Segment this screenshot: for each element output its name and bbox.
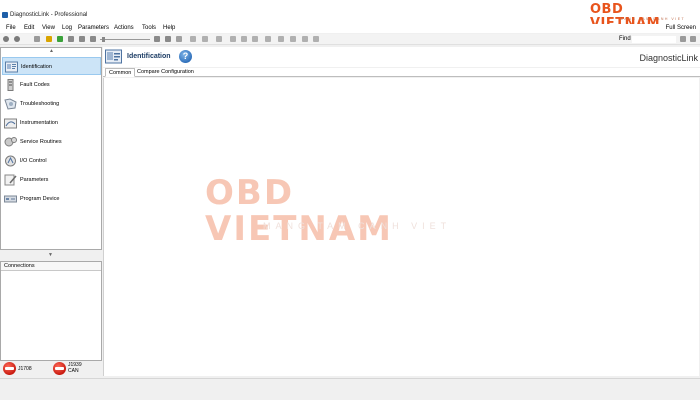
nav-item-label: Identification xyxy=(21,64,52,70)
back-icon[interactable] xyxy=(3,36,9,42)
status-bar xyxy=(0,378,700,400)
center-watermark-tagline: MANG TAM CANH VIET xyxy=(263,221,452,231)
nav-item-instrumentation[interactable]: Instrumentation xyxy=(2,114,101,132)
layout-icon[interactable] xyxy=(302,36,308,42)
menu-parameters[interactable]: Parameters xyxy=(78,25,109,32)
cut-icon[interactable] xyxy=(230,36,236,42)
connections-panel: Connections xyxy=(0,261,102,361)
menu-view[interactable]: View xyxy=(42,25,55,32)
status-label: J1708 xyxy=(18,366,32,372)
page-title: Identification xyxy=(127,53,171,60)
connect-icon[interactable] xyxy=(34,36,40,42)
menu-file[interactable]: File xyxy=(6,25,16,32)
playback-slider[interactable] xyxy=(100,37,150,42)
service-routines-icon xyxy=(4,137,17,147)
identification-header-icon xyxy=(105,49,122,64)
bookmark-icon[interactable] xyxy=(202,36,208,42)
troubleshooting-icon xyxy=(4,98,17,110)
find-input[interactable] xyxy=(632,36,676,43)
nav-item-label: I/O Control xyxy=(20,158,47,164)
record-icon[interactable] xyxy=(176,36,182,42)
connections-title: Connections xyxy=(4,263,35,269)
nav-item-label: Program Device xyxy=(20,196,60,202)
status-sublabel: CAN xyxy=(68,368,79,374)
window-title: DiagnosticLink - Professional xyxy=(10,12,88,18)
nav-item-identification[interactable]: Identification xyxy=(2,57,101,75)
fullscreen-button[interactable]: Full Screen xyxy=(666,25,696,32)
sort-icon[interactable] xyxy=(290,36,296,42)
find-next-icon[interactable] xyxy=(680,36,686,42)
nav-scroll-down-icon[interactable]: ▼ xyxy=(48,252,53,258)
main-header: Identification ? DiagnosticLink xyxy=(103,47,700,67)
menu-tools[interactable]: Tools xyxy=(142,25,156,32)
menu-log[interactable]: Log xyxy=(62,25,72,32)
help-icon[interactable]: ? xyxy=(179,50,192,63)
io-control-icon xyxy=(5,155,16,167)
find-prev-icon[interactable] xyxy=(690,36,696,42)
nav-item-label: Parameters xyxy=(20,177,49,183)
play-icon[interactable] xyxy=(57,36,63,42)
window-icon[interactable] xyxy=(313,36,319,42)
nav-item-parameters[interactable]: Parameters xyxy=(2,171,101,189)
center-watermark-brand: OBD VIETNAM xyxy=(205,173,393,249)
paste-icon[interactable] xyxy=(252,36,258,42)
menu-bar: File Edit View Log Parameters Actions To… xyxy=(0,24,700,33)
status-indicator-j1708: J1708 xyxy=(3,362,48,378)
find-label: Find xyxy=(619,36,631,42)
nav-item-program-device[interactable]: Program Device xyxy=(2,190,101,208)
nav-scroll-up-icon[interactable]: ▲ xyxy=(49,48,54,54)
menu-help[interactable]: Help xyxy=(163,25,175,32)
nav-item-label: Fault Codes xyxy=(20,82,50,88)
parameters-icon xyxy=(4,174,17,186)
tab-common[interactable]: Common xyxy=(105,68,136,77)
identification-icon xyxy=(5,61,18,73)
instrumentation-icon xyxy=(4,118,17,129)
skip-forward-icon[interactable] xyxy=(165,36,171,42)
status-dot-icon xyxy=(3,362,16,375)
connections-header: Connections xyxy=(1,262,101,271)
flag-icon[interactable] xyxy=(190,36,196,42)
toolbar: Find xyxy=(0,34,700,45)
rewind-icon[interactable] xyxy=(90,36,96,42)
nav-panel: ▲ Identification Fault Codes Troubleshoo… xyxy=(0,47,102,250)
open-icon[interactable] xyxy=(46,36,52,42)
status-dot-icon xyxy=(53,362,66,375)
center-watermark: OBD VIETNAM MANG TAM CANH VIET xyxy=(205,165,495,249)
skip-back-icon[interactable] xyxy=(79,36,85,42)
nav-item-troubleshooting[interactable]: Troubleshooting xyxy=(2,95,101,113)
menu-edit[interactable]: Edit xyxy=(24,25,34,32)
slider-knob[interactable] xyxy=(102,37,105,42)
print-icon[interactable] xyxy=(216,36,222,42)
title-bar: DiagnosticLink - Professional OBD VIETNA… xyxy=(0,0,700,31)
app-icon xyxy=(2,12,8,18)
watermark-tagline: MANG TAM CANH VIET xyxy=(620,17,686,21)
tab-bar: Common Compare Configuration xyxy=(103,68,700,77)
menu-actions[interactable]: Actions xyxy=(114,25,134,32)
filter-icon[interactable] xyxy=(278,36,284,42)
forward-icon[interactable] xyxy=(14,36,20,42)
nav-item-io-control[interactable]: I/O Control xyxy=(2,152,101,170)
copy-icon[interactable] xyxy=(241,36,247,42)
nav-item-fault-codes[interactable]: Fault Codes xyxy=(2,76,101,94)
nav-item-label: Service Routines xyxy=(20,139,62,145)
fault-codes-icon xyxy=(7,79,14,91)
stop-icon[interactable] xyxy=(68,36,74,42)
fast-forward-icon[interactable] xyxy=(154,36,160,42)
nav-item-label: Instrumentation xyxy=(20,120,58,126)
watermark-logo: OBD VIETNAM MANG TAM CANH VIET xyxy=(590,3,698,31)
nav-item-label: Troubleshooting xyxy=(20,101,60,107)
program-device-icon xyxy=(4,195,17,203)
undo-icon[interactable] xyxy=(265,36,271,42)
tab-compare-configuration[interactable]: Compare Configuration xyxy=(134,68,197,77)
nav-item-service-routines[interactable]: Service Routines xyxy=(2,133,101,151)
status-indicator-j1939: J1939 CAN xyxy=(53,362,98,378)
diagnosticlink-logo: DiagnosticLink xyxy=(639,53,698,63)
